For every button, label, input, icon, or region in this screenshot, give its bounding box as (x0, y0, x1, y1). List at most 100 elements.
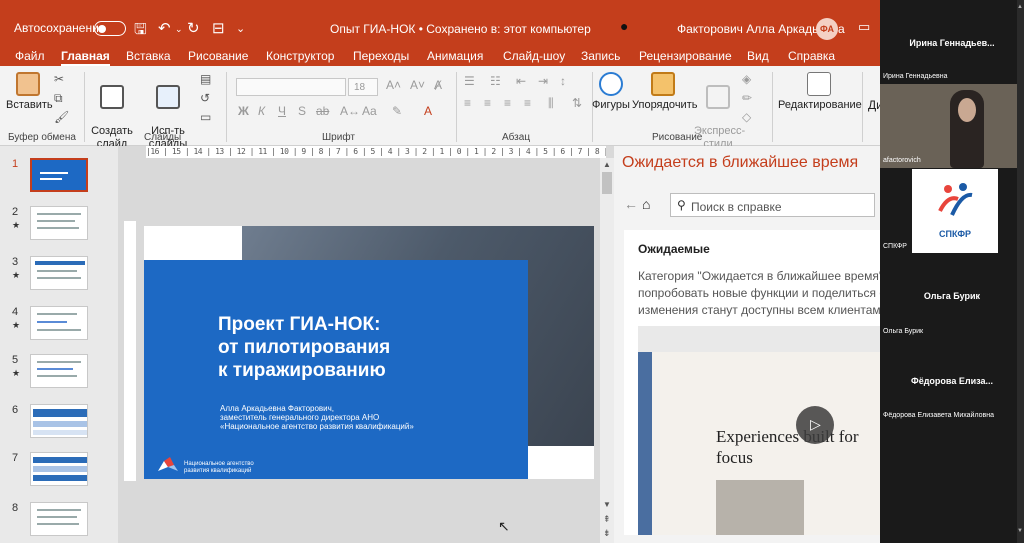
numbering-icon[interactable]: ☷ (490, 74, 501, 88)
document-title: Опыт ГИА-НОК • Сохранено в: этот компьют… (330, 22, 591, 36)
home-icon[interactable]: ⌂ (642, 196, 650, 212)
cut-icon[interactable]: ✂ (54, 72, 64, 86)
avatar[interactable]: ФА (816, 18, 838, 40)
scroll-thumb[interactable] (602, 172, 612, 194)
tab-draw[interactable]: Рисование (188, 49, 248, 63)
scroll-down-icon[interactable]: ▼ (603, 500, 611, 509)
ribbon-display-icon[interactable]: ▭ (858, 19, 870, 35)
section-icon[interactable]: ▭ (200, 110, 211, 124)
slide-thumbnail-4[interactable] (30, 306, 88, 340)
indent-icon[interactable]: ⇤ (516, 74, 526, 88)
scroll-up-icon[interactable]: ▲ (603, 160, 611, 169)
bold-icon[interactable]: Ж (238, 104, 249, 118)
tab-review[interactable]: Рецензирование (639, 49, 732, 63)
shadow-icon[interactable]: S (298, 104, 306, 118)
font-name-box[interactable] (236, 78, 346, 96)
effects-icon[interactable]: ◇ (742, 110, 751, 124)
clear-format-icon[interactable]: Ⱥ (434, 78, 442, 92)
designer-partial-label[interactable]: Ди (868, 98, 880, 112)
current-slide[interactable]: Проект ГИА-НОК: от пилотирования к тираж… (144, 226, 594, 479)
strike-icon[interactable]: ab (316, 104, 329, 118)
decrease-font-icon[interactable]: A˅ (410, 78, 425, 92)
arrange-button[interactable]: Упорядочить (632, 72, 697, 112)
align-left-icon[interactable]: ≡ (464, 96, 471, 110)
zoom-scrollbar[interactable]: ▲ ▼ (1017, 0, 1024, 543)
slide-thumbnail-8[interactable] (30, 502, 88, 536)
text-direction-icon[interactable]: ⇅ (572, 96, 582, 110)
help-card-text: Категория "Ожидается в ближайшее время" … (638, 269, 880, 317)
fill-icon[interactable]: ◈ (742, 72, 751, 86)
case-icon[interactable]: Aa (362, 104, 377, 118)
slide-thumbnail-7[interactable] (30, 452, 88, 486)
thumb-line (37, 270, 77, 272)
spacing-icon[interactable]: A↔ (340, 104, 360, 118)
scroll-down-icon[interactable]: ▼ (1017, 528, 1023, 534)
tab-design[interactable]: Конструктор (266, 49, 334, 63)
thumb-line (37, 516, 77, 518)
tab-help[interactable]: Справка (788, 49, 835, 63)
search-icon[interactable]: ● (620, 18, 628, 34)
participant-video[interactable] (880, 84, 1017, 168)
new-slide-button[interactable]: Создать слайд (88, 72, 136, 151)
clipboard-group-label: Буфер обмена (8, 132, 76, 143)
video-document-preview: Experiences built for focus (652, 352, 880, 535)
tab-slideshow[interactable]: Слайд-шоу (503, 49, 565, 63)
transition-star-icon: ★ (12, 270, 21, 280)
slide-thumbnail-2[interactable] (30, 206, 88, 240)
bullets-icon[interactable]: ☰ (464, 74, 475, 88)
slide-title[interactable]: Проект ГИА-НОК: от пилотирования к тираж… (218, 313, 458, 382)
line-spacing-icon[interactable]: ↕ (560, 74, 566, 88)
tab-insert[interactable]: Вставка (126, 49, 171, 63)
save-icon[interactable]: 🖫 (134, 19, 147, 44)
undo-icon[interactable]: ↶ (158, 19, 171, 37)
scroll-up-icon[interactable]: ▲ (1017, 4, 1023, 10)
help-search-input[interactable]: ⚲ Поиск в справке (670, 193, 875, 217)
help-video[interactable]: Experiences built for focus ▷ (638, 326, 880, 535)
autosave-label: Автосохранение (14, 21, 106, 35)
tab-transitions[interactable]: Переходы (353, 49, 409, 63)
autosave-toggle[interactable] (94, 21, 126, 36)
tab-view[interactable]: Вид (747, 49, 769, 63)
redo-icon[interactable]: ↻ (187, 19, 200, 37)
customize-qat-icon[interactable]: ⌄ (236, 22, 245, 35)
present-icon[interactable]: ⊟ (212, 19, 225, 37)
layout-icon[interactable]: ▤ (200, 72, 211, 86)
chevron-down-icon[interactable]: ⌄ (175, 24, 183, 35)
highlight-icon[interactable]: ✎ (392, 104, 402, 118)
copy-icon[interactable]: ⧉ (54, 91, 63, 106)
slide-thumbnail-6[interactable] (30, 404, 88, 438)
outdent-icon[interactable]: ⇥ (538, 74, 548, 88)
tab-home[interactable]: Главная (61, 49, 110, 66)
paste-button[interactable]: Вставить (6, 72, 53, 112)
font-color-icon[interactable]: A (424, 104, 432, 118)
play-button[interactable]: ▷ (796, 406, 834, 444)
ribbon: Вставить ✂ ⧉ 🖌 Буфер обмена Создать слай… (0, 66, 880, 163)
tab-record[interactable]: Запись (581, 49, 620, 63)
slide-subtitle[interactable]: Алла Аркадьевна Факторович, заместитель … (220, 404, 450, 431)
format-painter-icon[interactable]: 🖌 (54, 110, 69, 124)
editor-scrollbar[interactable]: ▲ ▼ ⇞ ⇟ (600, 158, 614, 543)
tab-file[interactable]: Файл (15, 49, 45, 63)
back-arrow-icon[interactable]: ← (624, 196, 638, 212)
columns-icon[interactable]: ⫼ (548, 96, 554, 111)
increase-font-icon[interactable]: A˄ (386, 78, 401, 92)
justify-icon[interactable]: ≡ (524, 96, 531, 110)
outline-icon[interactable]: ✏ (742, 91, 752, 105)
spkfr-tile[interactable]: СПКФР (912, 169, 998, 253)
font-size-box[interactable]: 18 (348, 78, 378, 96)
editing-button[interactable]: Редактирование (778, 72, 862, 112)
previous-slide-icon[interactable]: ⇞ (603, 514, 611, 525)
reset-icon[interactable]: ↺ (200, 91, 210, 105)
slide-thumbnail-3[interactable] (30, 256, 88, 290)
shapes-button[interactable]: Фигуры (592, 72, 630, 112)
slide-thumbnail-5[interactable] (30, 354, 88, 388)
italic-icon[interactable]: К (258, 104, 265, 118)
slide-thumbnail-1[interactable] (30, 158, 88, 192)
slide-thumbnails-pane: 1 2 ★ 3 ★ 4 ★ 5 ★ 6 7 8 (0, 146, 118, 543)
next-slide-icon[interactable]: ⇟ (603, 528, 611, 539)
align-right-icon[interactable]: ≡ (504, 96, 511, 110)
align-center-icon[interactable]: ≡ (484, 96, 491, 110)
font-group-label: Шрифт (322, 132, 355, 143)
tab-animations[interactable]: Анимация (427, 49, 483, 63)
underline-icon[interactable]: Ч (278, 104, 286, 118)
